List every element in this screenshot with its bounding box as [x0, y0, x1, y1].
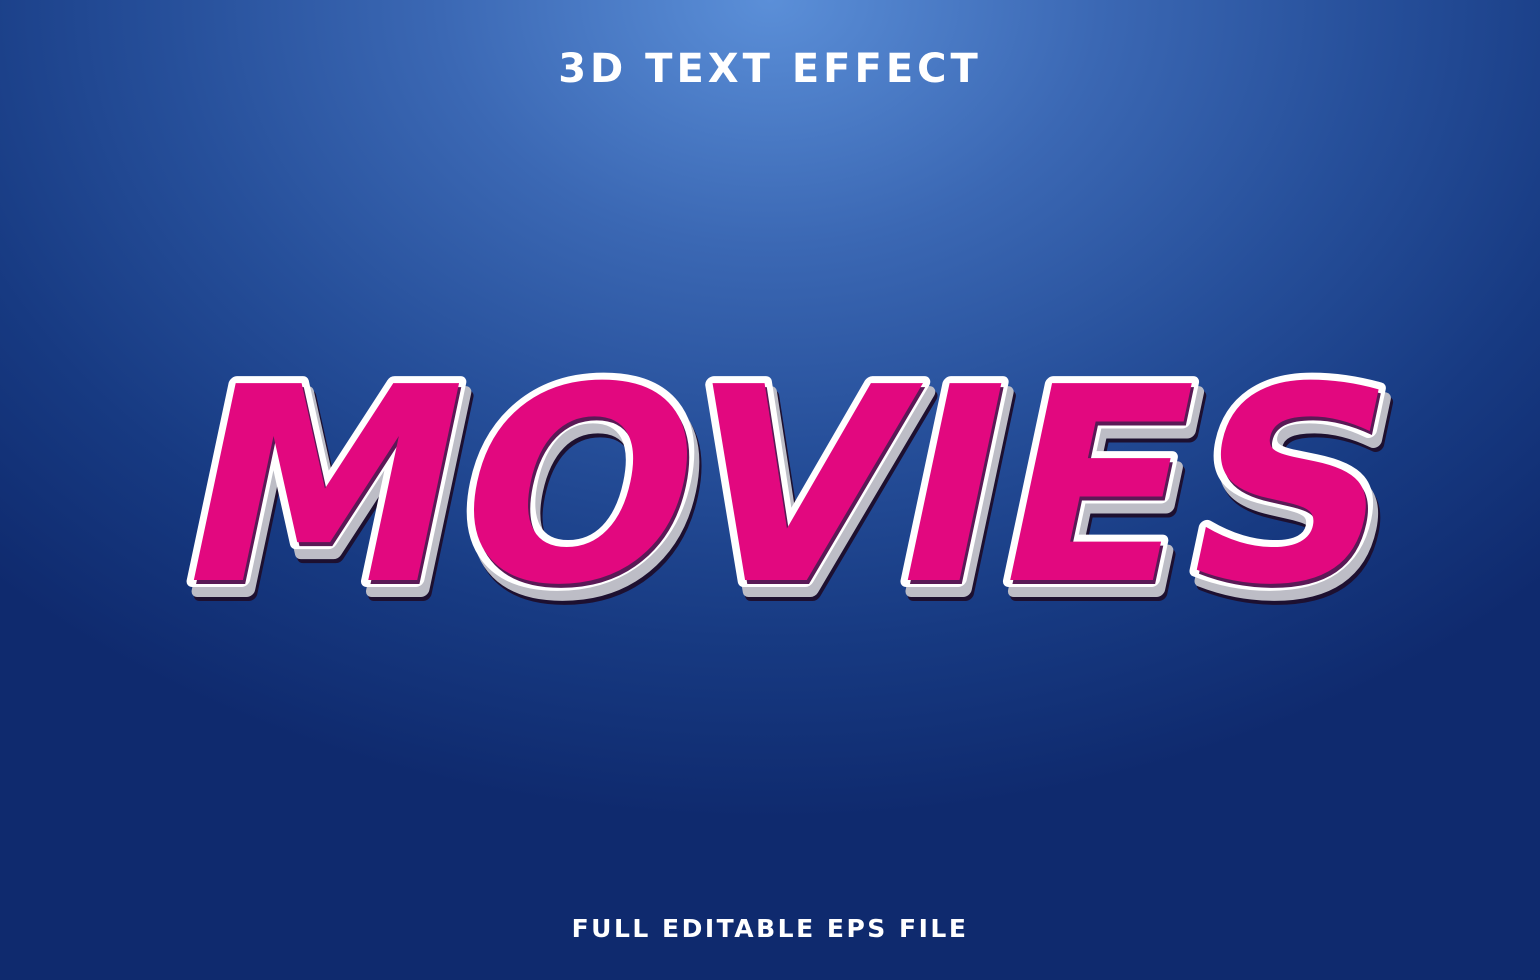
- bottom-caption: FULL EDITABLE EPS FILE: [571, 914, 969, 943]
- headline-text: MOVIES: [155, 330, 1425, 644]
- poster-canvas: 3D TEXT EFFECT MOVIES MOVIES MOVIES MOVI…: [0, 0, 1540, 980]
- headline-graphic: MOVIES MOVIES MOVIES MOVIES MOVIES: [148, 323, 1439, 665]
